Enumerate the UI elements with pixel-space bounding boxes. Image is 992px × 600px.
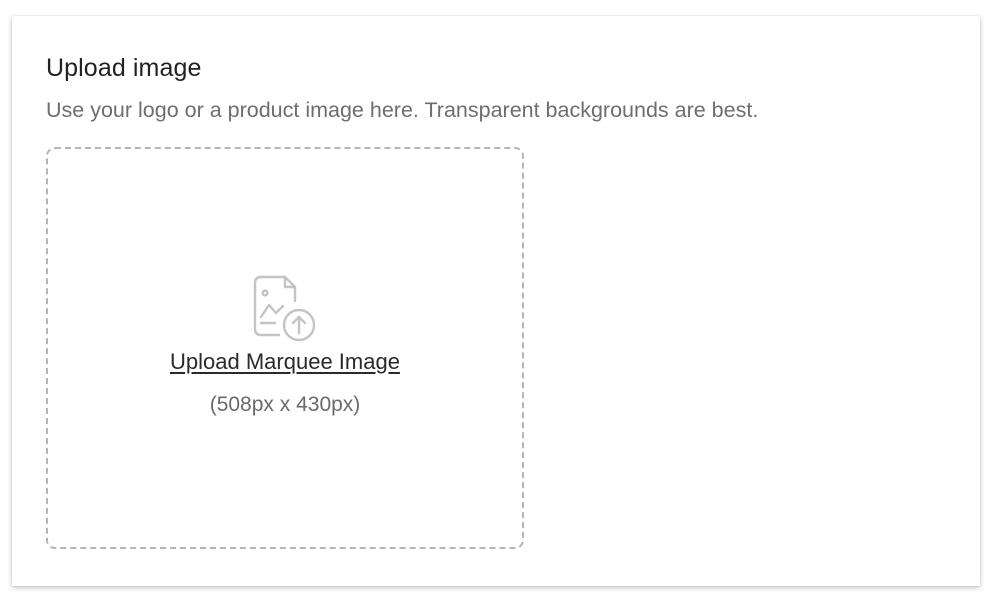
image-dropzone[interactable]: Upload Marquee Image (508px x 430px) — [46, 147, 524, 549]
upload-marquee-image-link[interactable]: Upload Marquee Image — [48, 349, 522, 375]
image-upload-icon — [247, 271, 323, 347]
section-title: Upload image — [46, 54, 202, 82]
section-description: Use your logo or a product image here. T… — [46, 98, 759, 122]
image-dimensions-hint: (508px x 430px) — [209, 393, 361, 416]
upload-image-card: Upload image Use your logo or a product … — [12, 16, 980, 586]
